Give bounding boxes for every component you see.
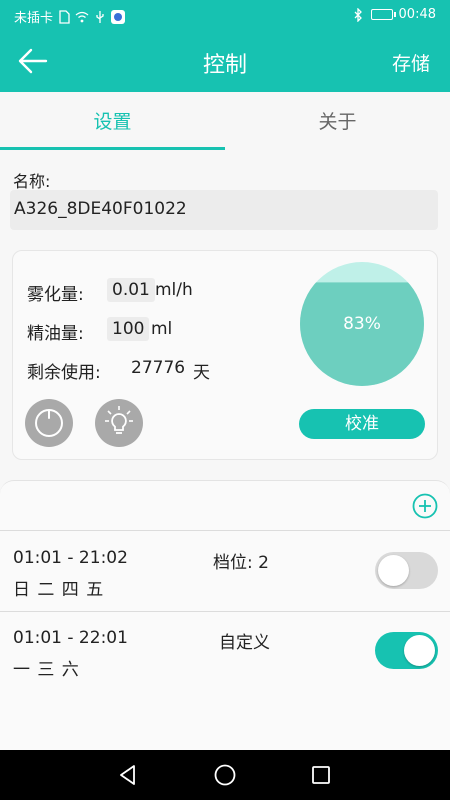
app-notification-icon xyxy=(111,9,126,24)
toggle-knob xyxy=(404,635,435,666)
tab-settings[interactable]: 设置 xyxy=(0,92,225,150)
toggle-knob xyxy=(378,555,409,586)
carrier-text: 未插卡 xyxy=(14,11,54,26)
atomization-unit: ml/h xyxy=(155,280,193,300)
wifi-icon xyxy=(75,11,89,22)
add-schedule-icon[interactable] xyxy=(412,493,438,519)
remaining-unit: 天 xyxy=(193,363,210,383)
nav-home-icon[interactable] xyxy=(213,763,237,787)
schedule-panel: 01:01 - 21:02 日 二 四 五 档位: 2 01:01 - 22:0… xyxy=(0,480,450,750)
bluetooth-icon xyxy=(354,7,362,22)
schedule-days: 一 三 六 xyxy=(13,660,80,680)
atomization-value[interactable]: 0.01 xyxy=(107,278,155,302)
battery-icon xyxy=(370,9,396,20)
app-bar: 控制 存储 xyxy=(0,30,450,92)
save-button[interactable]: 存储 xyxy=(392,49,430,76)
calibrate-button[interactable]: 校准 xyxy=(299,409,425,439)
clock: 00:48 xyxy=(398,7,436,22)
schedule-time: 01:01 - 21:02 xyxy=(13,548,128,568)
level-percent: 83% xyxy=(343,314,381,334)
light-button[interactable] xyxy=(95,399,143,447)
nav-back-icon[interactable] xyxy=(116,763,140,787)
device-card: 雾化量: 0.01 ml/h 精油量: 100 ml 剩余使用: 27776 天… xyxy=(12,250,438,460)
power-button[interactable] xyxy=(25,399,73,447)
schedule-days: 日 二 四 五 xyxy=(13,580,105,600)
name-label: 名称: xyxy=(13,172,51,191)
tab-indicator xyxy=(0,147,225,150)
schedule-mode: 自定义 xyxy=(219,633,270,653)
remaining-value: 27776 xyxy=(131,358,186,378)
schedule-toggle[interactable] xyxy=(375,552,438,589)
status-bar: 未插卡 00:48 xyxy=(0,0,450,30)
divider xyxy=(0,530,450,531)
tab-bar: 设置 关于 xyxy=(0,92,450,150)
tab-about[interactable]: 关于 xyxy=(225,92,450,150)
remaining-label: 剩余使用: xyxy=(27,363,101,383)
name-field[interactable]: A326_8DE40F01022 xyxy=(10,190,438,230)
system-nav-bar xyxy=(0,750,450,800)
sim-icon xyxy=(59,9,70,24)
oil-label: 精油量: xyxy=(27,324,84,344)
atomization-label: 雾化量: xyxy=(27,285,84,305)
arrow-left-icon[interactable] xyxy=(16,44,50,78)
page-title: 控制 xyxy=(202,53,247,78)
power-icon xyxy=(35,409,63,437)
usb-icon xyxy=(96,10,104,23)
schedule-time: 01:01 - 22:01 xyxy=(13,628,128,648)
oil-unit: ml xyxy=(151,319,173,339)
oil-value[interactable]: 100 xyxy=(107,317,150,341)
lightbulb-icon xyxy=(105,406,133,434)
nav-recents-icon[interactable] xyxy=(309,763,333,787)
schedule-toggle[interactable] xyxy=(375,632,438,669)
schedule-mode: 档位: 2 xyxy=(213,553,269,573)
divider xyxy=(0,611,450,612)
